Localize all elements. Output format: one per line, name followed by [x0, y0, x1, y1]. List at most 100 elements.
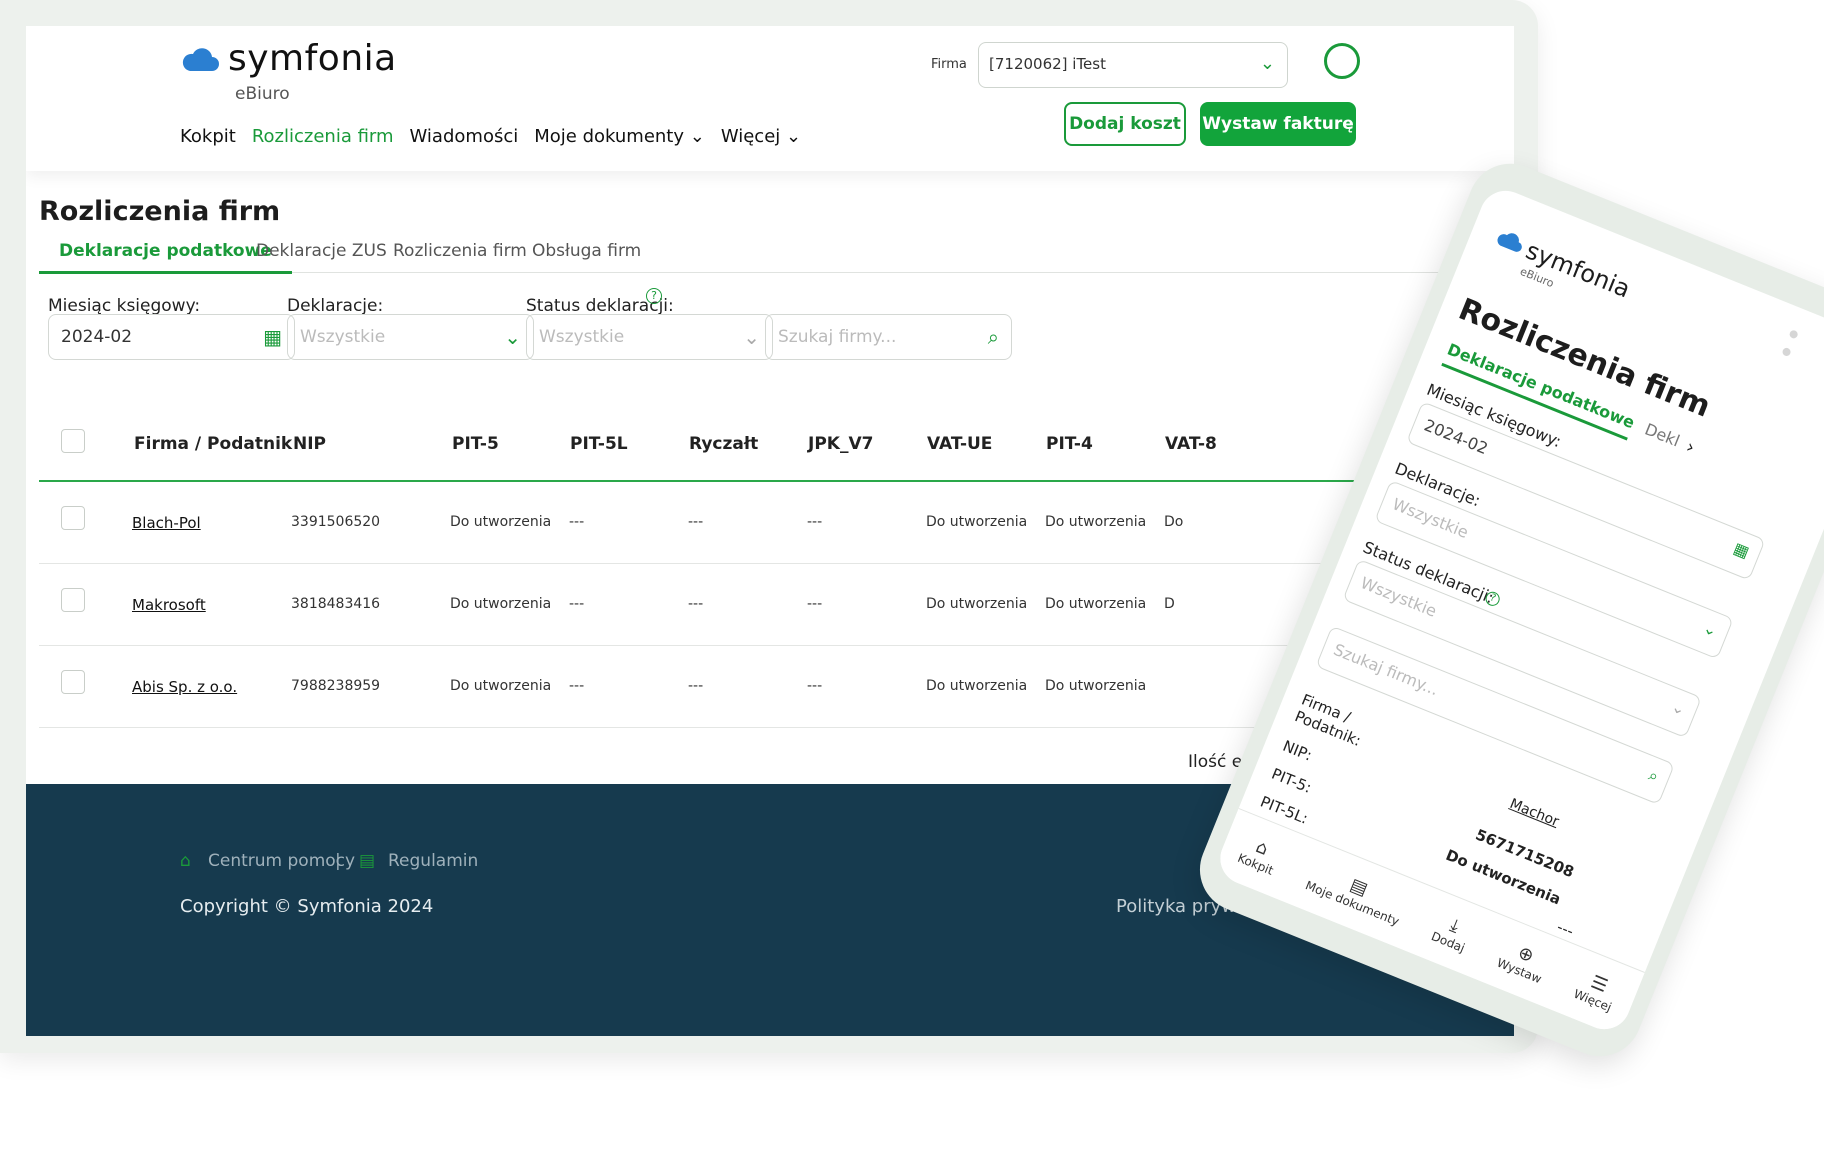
phone-nav-more[interactable]: ☰ Więcej — [1572, 967, 1622, 1015]
cell-jpk: --- — [807, 596, 823, 612]
cell-pit5l: --- — [569, 514, 585, 530]
calendar-icon[interactable]: ▦ — [1731, 538, 1752, 561]
cell-nip: 3818483416 — [291, 596, 381, 612]
month-value: 2024-02 — [61, 327, 133, 347]
copyright: Copyright © Symfonia 2024 — [180, 896, 434, 917]
tab-deklaracje-podatkowe[interactable]: Deklaracje podatkowe — [39, 241, 292, 274]
cell-ryczalt: --- — [688, 514, 704, 530]
nav-kokpit[interactable]: Kokpit — [180, 126, 236, 147]
declarations-value: Wszystkie — [300, 327, 386, 347]
phone-nav-add[interactable]: ⤓ Dodaj — [1429, 910, 1474, 955]
chevron-down-icon: ⌄ — [1259, 53, 1275, 74]
table-row[interactable]: Abis Sp. z o.o. 7988238959 Do utworzenia… — [39, 646, 1419, 728]
select-all-checkbox[interactable] — [61, 429, 85, 453]
cell-pit5l: --- — [569, 678, 585, 694]
nav-rozliczenia[interactable]: Rozliczenia firm — [252, 126, 394, 147]
phone-month-value: 2024-02 — [1421, 415, 1491, 459]
status-select[interactable]: Wszystkie ⌄ — [526, 314, 773, 360]
cell-nip: 3391506520 — [291, 514, 381, 530]
th-vat8[interactable]: VAT-8 — [1165, 434, 1217, 454]
chevron-down-icon: ⌄ — [504, 325, 521, 349]
firma-value: [7120062] iTest — [989, 55, 1106, 73]
page-title: Rozliczenia firm — [39, 196, 281, 227]
declarations-select[interactable]: Wszystkie ⌄ — [287, 314, 534, 360]
row-checkbox[interactable] — [61, 670, 85, 694]
phone-logo-text: symfonia — [1521, 236, 1635, 304]
calendar-icon[interactable]: ▦ — [263, 325, 282, 349]
firm-link[interactable]: Blach-Pol — [132, 514, 201, 532]
th-firma[interactable]: Firma / Podatnik — [134, 434, 292, 454]
firm-link[interactable]: Abis Sp. z o.o. — [132, 678, 237, 696]
table-row[interactable]: Blach-Pol 3391506520 Do utworzenia --- -… — [39, 482, 1419, 564]
month-input[interactable]: 2024-02 ▦ — [48, 314, 295, 360]
tab-obsluga-firm[interactable]: Obsługa firm — [532, 241, 641, 261]
phone-nav-issue[interactable]: ⊕ Wystaw — [1495, 936, 1552, 986]
row-checkbox[interactable] — [61, 588, 85, 612]
footer-separator: | — [335, 851, 341, 871]
cell-jpk: --- — [807, 678, 823, 694]
logo-subtitle: eBiuro — [235, 84, 290, 104]
phone-firma-link[interactable]: Machor — [1507, 796, 1561, 830]
chevron-down-icon: ⌄ — [743, 325, 760, 349]
nav-wiadomosci[interactable]: Wiadomości — [410, 126, 519, 147]
cell-vatue: Do utworzenia — [926, 678, 1028, 694]
phone-camera — [1781, 323, 1814, 358]
help-icon[interactable]: ? — [646, 288, 662, 304]
chevron-right-icon[interactable]: › — [1683, 436, 1698, 458]
phone-nip-label: NIP: — [1280, 736, 1315, 765]
th-pit5[interactable]: PIT-5 — [452, 434, 499, 454]
chevron-down-icon: ⌄ — [1700, 617, 1721, 641]
month-label: Miesiąc księgowy: — [48, 296, 201, 316]
status-value: Wszystkie — [539, 327, 625, 347]
th-ryczalt[interactable]: Ryczałt — [689, 434, 758, 454]
cell-pit4: Do utworzenia — [1045, 514, 1147, 530]
cell-vat8: D — [1164, 596, 1175, 612]
add-cost-button[interactable]: Dodaj koszt — [1064, 102, 1186, 146]
cell-pit5l: --- — [569, 596, 585, 612]
phone-nav-kokpit[interactable]: ⌂ Kokpit — [1236, 831, 1284, 878]
user-avatar-icon[interactable] — [1324, 43, 1360, 79]
firma-select[interactable]: [7120062] iTest ⌄ — [978, 42, 1288, 88]
declarations-label: Deklaracje: — [287, 296, 384, 316]
logo[interactable]: symfonia — [180, 38, 397, 79]
cloud-icon — [1497, 233, 1522, 252]
cell-vatue: Do utworzenia — [926, 596, 1028, 612]
th-jpk[interactable]: JPK_V7 — [808, 434, 873, 454]
issue-invoice-button[interactable]: Wystaw fakturę — [1200, 102, 1356, 146]
search-icon[interactable]: ⌕ — [988, 325, 999, 349]
table-row[interactable]: Makrosoft 3818483416 Do utworzenia --- -… — [39, 564, 1419, 646]
firma-label: Firma — [931, 57, 967, 72]
stage: symfonia eBiuro Kokpit Rozliczenia firm … — [0, 0, 1824, 1160]
chevron-down-icon: ⌄ — [1668, 696, 1689, 720]
firm-link[interactable]: Makrosoft — [132, 596, 206, 614]
search-input[interactable]: Szukaj firmy... ⌕ — [765, 314, 1012, 360]
nav-moje-dokumenty[interactable]: Moje dokumenty ⌄ — [534, 126, 705, 147]
user-avatar-icon[interactable] — [1819, 356, 1824, 396]
logo-text: symfonia — [228, 38, 397, 79]
cell-ryczalt: --- — [688, 596, 704, 612]
th-nip[interactable]: NIP — [293, 434, 326, 454]
cell-pit5: Do utworzenia — [450, 596, 552, 612]
main-nav: Kokpit Rozliczenia firm Wiadomości Moje … — [180, 126, 817, 147]
cell-pit4: Do utworzenia — [1045, 678, 1147, 694]
th-pit4[interactable]: PIT-4 — [1046, 434, 1093, 454]
nav-wiecej[interactable]: Więcej ⌄ — [721, 126, 801, 147]
phone-tab-next[interactable]: Dekl — [1642, 419, 1682, 450]
cell-nip: 7988238959 — [291, 678, 381, 694]
help-center-link[interactable]: Centrum pomocy — [208, 851, 355, 871]
search-icon[interactable]: ⌕ — [1646, 765, 1661, 787]
search-placeholder: Szukaj firmy... — [778, 327, 897, 347]
tab-deklaracje-zus[interactable]: Deklaracje ZUS — [256, 241, 387, 261]
th-vatue[interactable]: VAT-UE — [927, 434, 992, 454]
terms-link[interactable]: Regulamin — [388, 851, 478, 871]
cell-pit5: Do utworzenia — [450, 678, 552, 694]
cloud-icon — [182, 47, 219, 71]
cell-ryczalt: --- — [688, 678, 704, 694]
cell-pit5: Do utworzenia — [450, 514, 552, 530]
phone-pit5-label: PIT-5: — [1268, 764, 1314, 797]
tab-rozliczenia-firm[interactable]: Rozliczenia firm — [393, 241, 527, 261]
th-pit5l[interactable]: PIT-5L — [570, 434, 628, 454]
cell-jpk: --- — [807, 514, 823, 530]
document-icon: ▤ — [359, 851, 376, 871]
row-checkbox[interactable] — [61, 506, 85, 530]
